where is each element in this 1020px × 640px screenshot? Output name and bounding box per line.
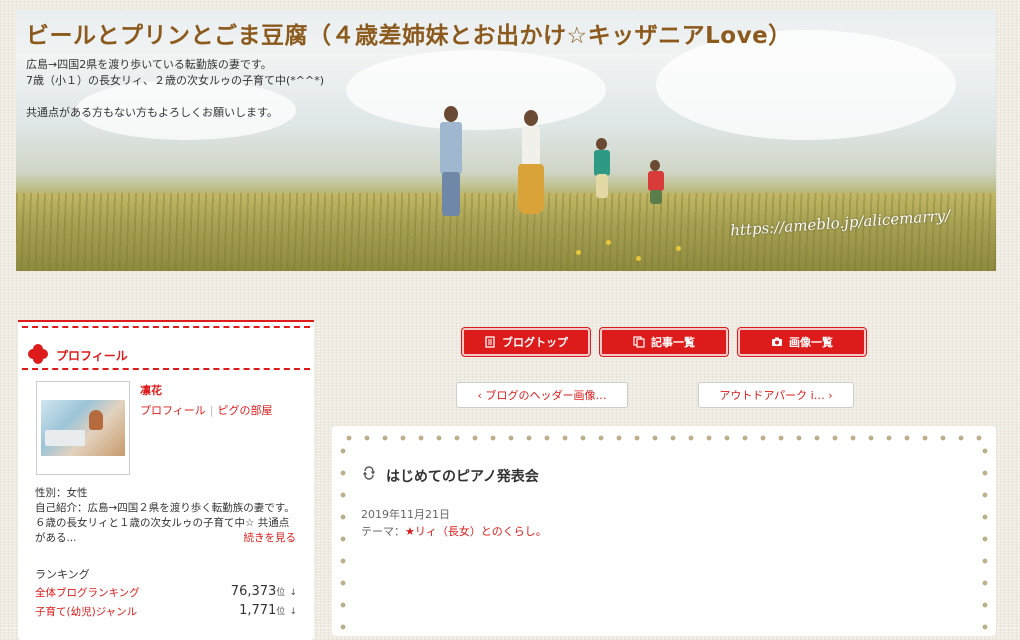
article-card: はじめてのピアノ発表会 2019年11月21日 テーマ：★リィ（長女）とのくらし…	[332, 426, 996, 636]
image-list-button[interactable]: 画像一覧	[738, 328, 866, 356]
gender-line: 性別：女性	[35, 487, 88, 499]
cloud	[346, 50, 606, 130]
copy-icon	[633, 336, 645, 348]
article-list-button[interactable]: 記事一覧	[600, 328, 728, 356]
grass-field	[16, 193, 996, 271]
blog-top-label: ブログトップ	[502, 336, 568, 349]
article-date: 2019年11月21日	[361, 508, 450, 521]
user-name[interactable]: 凛花	[140, 382, 162, 398]
profile-sidebar: プロフィール 凛花 プロフィール | ピグの部屋 性別：女性 自己紹介：広島→四国２…	[18, 320, 314, 640]
read-more-link[interactable]: 続きを見る	[244, 530, 297, 545]
dotted-border	[344, 433, 984, 443]
flower	[606, 240, 611, 245]
profile-links: プロフィール | ピグの部屋	[140, 402, 273, 418]
separator: |	[209, 404, 214, 417]
ranking-label[interactable]: 全体ブログランキング	[35, 585, 140, 600]
ranking-row: 全体ブログランキング 76,373位 ↓	[35, 584, 297, 602]
pig-room-link[interactable]: ピグの部屋	[218, 404, 273, 417]
ranking-label[interactable]: 子育て(幼児)ジャンル	[35, 604, 137, 619]
ranking-value: 1,771位 ↓	[239, 603, 297, 618]
profile-link[interactable]: プロフィール	[140, 404, 206, 417]
ranking-title: ランキング	[35, 568, 90, 581]
blog-header[interactable]: ビールとプリンとごま豆腐（４歳差姉妹とお出かけ☆キッザニアLove） 広島→四国…	[16, 10, 996, 271]
flower	[576, 250, 581, 255]
flower	[636, 256, 641, 261]
arrow-down-icon: ↓	[289, 607, 297, 617]
blog-title[interactable]: ビールとプリンとごま豆腐（４歳差姉妹とお出かけ☆キッザニアLove）	[26, 16, 792, 50]
profile-header: プロフィール	[18, 320, 314, 370]
article-list-label: 記事一覧	[651, 336, 695, 349]
avatar-image	[41, 400, 125, 456]
theme-link[interactable]: ★リィ（長女）とのくらし。	[405, 525, 547, 538]
dotted-border	[980, 446, 990, 636]
blog-top-button[interactable]: ブログトップ	[462, 328, 590, 356]
prev-article-button[interactable]: ‹ ブログのヘッダー画像…	[456, 382, 628, 408]
arrow-down-icon: ↓	[289, 588, 297, 598]
flower	[676, 246, 681, 251]
article-theme: テーマ：★リィ（長女）とのくらし。	[361, 523, 547, 539]
next-article-button[interactable]: アウトドアパーク i… ›	[698, 382, 854, 408]
clover-icon	[28, 344, 48, 364]
ranking-value: 76,373位 ↓	[230, 584, 297, 599]
reblog-icon[interactable]	[362, 466, 376, 480]
document-icon	[485, 336, 495, 348]
avatar[interactable]	[36, 381, 130, 475]
dotted-border	[338, 446, 348, 636]
theme-label: テーマ：	[361, 525, 405, 538]
article-title[interactable]: はじめてのピアノ発表会	[386, 466, 539, 486]
blog-description: 広島→四国2県を渡り歩いている転勤族の妻です。 7歳（小１）の長女リィ、２歳の次…	[26, 58, 325, 119]
camera-icon	[772, 337, 782, 346]
profile-section-title: プロフィール	[56, 349, 128, 363]
image-list-label: 画像一覧	[789, 336, 833, 349]
ranking-row: 子育て(幼児)ジャンル 1,771位 ↓	[35, 603, 297, 621]
